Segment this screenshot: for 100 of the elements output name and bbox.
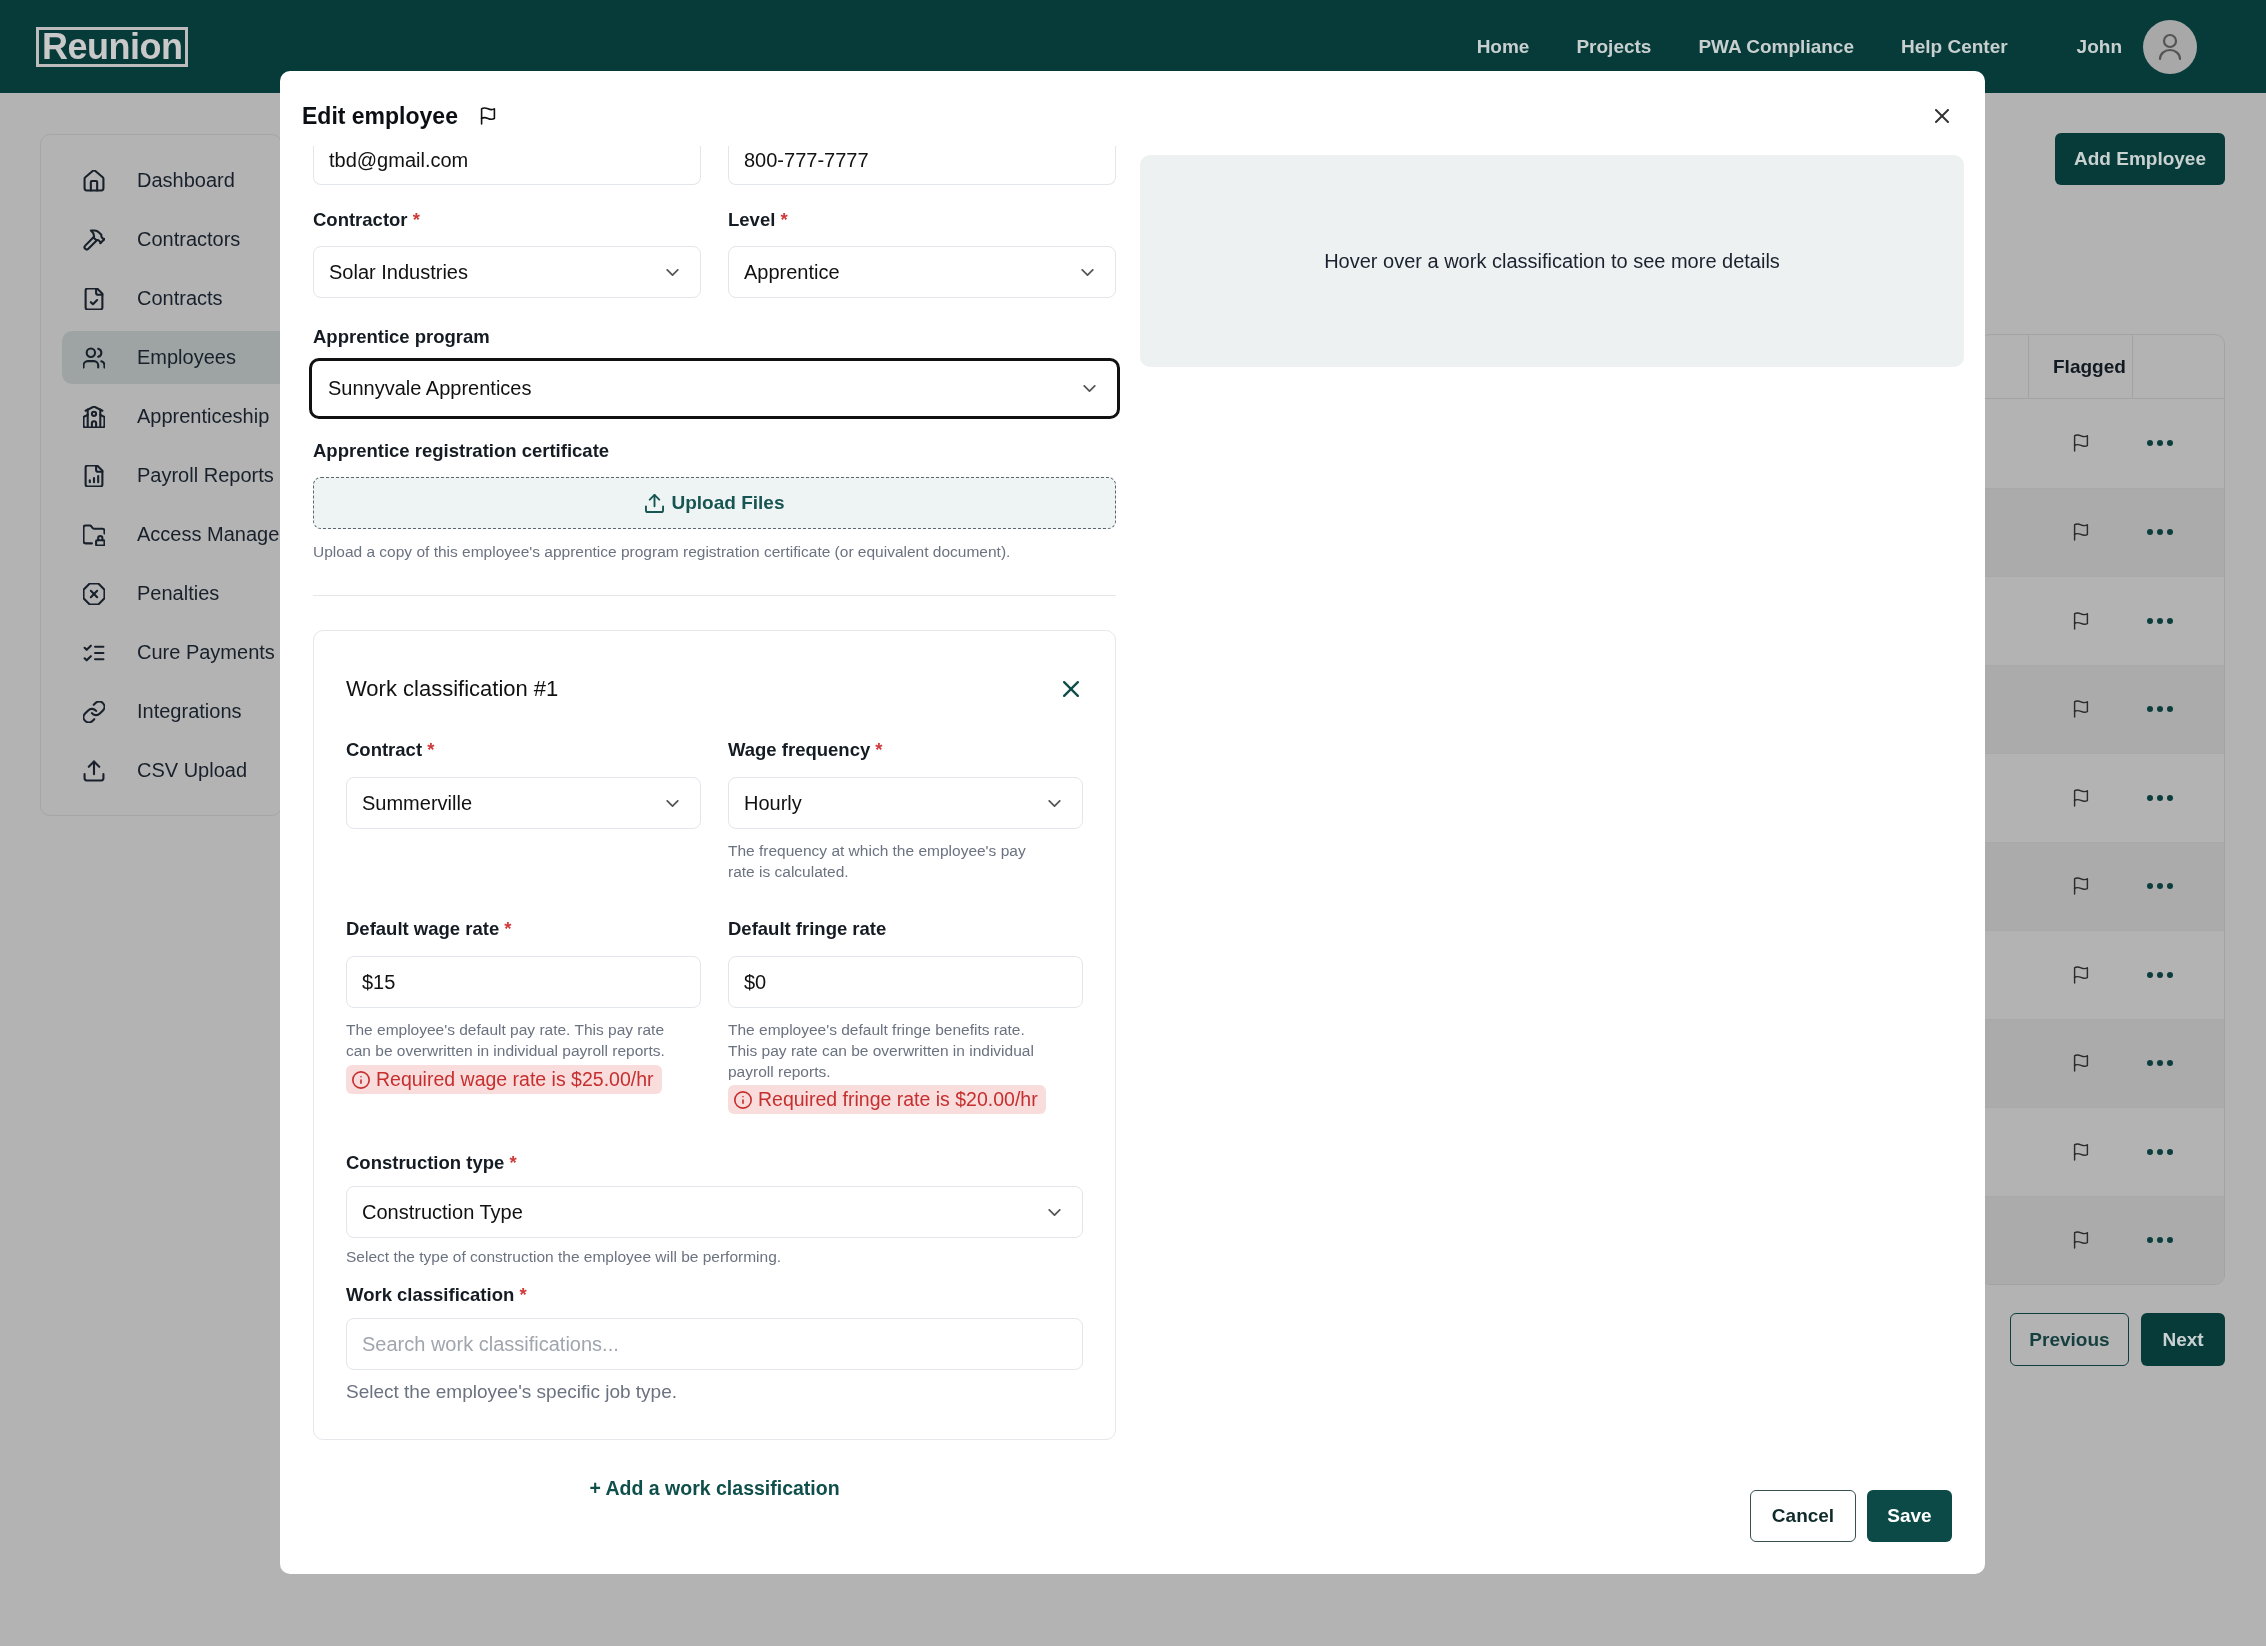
field-label: Wage frequency * [728, 738, 883, 762]
sidebar-item[interactable]: Dashboard [62, 154, 281, 207]
apprentice-program-select[interactable]: Sunnyvale Apprentices [309, 358, 1120, 419]
save-button[interactable]: Save [1867, 1490, 1952, 1542]
more-icon[interactable] [2147, 794, 2173, 801]
help-text: Select the employee's specific job type. [346, 1380, 679, 1404]
flag-icon[interactable] [2073, 523, 2089, 542]
upload-files-button[interactable]: Upload Files [313, 477, 1116, 529]
logo: Reunion [36, 26, 189, 67]
help-text: Select the type of construction the employee will be performing. [346, 1247, 783, 1267]
file-check-icon [83, 287, 105, 310]
more-icon[interactable] [2147, 706, 2173, 713]
previous-button[interactable]: Previous [2010, 1313, 2129, 1366]
chevron-down-icon [1083, 385, 1096, 392]
sidebar-item[interactable]: CSV Upload [62, 744, 281, 797]
close-icon[interactable] [1935, 109, 1949, 123]
phone-input[interactable]: 800-777-7777 [728, 146, 1116, 185]
sidebar-item[interactable]: Access Manage [62, 508, 281, 561]
chevron-down-icon [666, 799, 679, 807]
contract-select[interactable]: Summerville [346, 777, 701, 829]
upload-icon [644, 493, 664, 513]
sidebar-item[interactable]: Payroll Reports [62, 449, 281, 502]
chevron-down-icon [1048, 799, 1061, 807]
next-button[interactable]: Next [2141, 1313, 2225, 1366]
search-field[interactable]: Search work classifications... [346, 1318, 1083, 1370]
field-label: Default wage rate * [346, 917, 512, 941]
more-icon[interactable] [2147, 971, 2173, 978]
field-label: Contractor * [313, 208, 421, 232]
field-label: Construction type * [346, 1151, 518, 1175]
more-icon[interactable] [2147, 1148, 2173, 1155]
flag-icon[interactable] [2073, 1054, 2089, 1073]
flag-icon[interactable] [2073, 434, 2089, 453]
flag-icon[interactable] [2073, 877, 2089, 896]
chevron-down-icon [1048, 1208, 1061, 1216]
folder-lock-icon [83, 523, 105, 546]
sidebar-item[interactable]: Contracts [62, 272, 281, 325]
flag-icon[interactable] [479, 107, 496, 125]
construction-type-select[interactable]: Construction Type [346, 1186, 1083, 1238]
chevron-down-icon [666, 268, 679, 276]
help-text: The frequency at which the employee's pay rate is calculated. [728, 841, 1027, 882]
more-icon[interactable] [2147, 1060, 2173, 1067]
add-employee-button[interactable]: Add Employee [2055, 133, 2225, 185]
nav-link[interactable]: Projects [1576, 35, 1652, 58]
field-label: Apprentice program [313, 325, 491, 349]
help-text: The employee's default fringe benefits rate. This pay rate can be overwritten in individual payroll reports. [728, 1020, 1035, 1082]
nav-link[interactable]: Help Center [1900, 35, 2008, 58]
contractor-select[interactable]: Solar Industries [313, 246, 701, 298]
sidebar-item[interactable]: Apprenticeship [62, 390, 281, 443]
error-text: Required fringe rate is $20.00/hr [758, 1088, 1038, 1111]
flag-icon[interactable] [2073, 788, 2089, 807]
field-label: Default fringe rate [728, 917, 887, 941]
nav-link[interactable]: PWA Compliance [1698, 35, 1854, 58]
field-label: Level * [728, 208, 789, 232]
dialog-title: Edit employee [302, 102, 458, 130]
field-label: Work classification * [346, 1283, 528, 1307]
flag-icon[interactable] [2073, 1142, 2089, 1161]
users-icon [83, 346, 105, 369]
sidebar-item[interactable]: Contractors [62, 213, 281, 266]
sidebar-item[interactable]: Employees [62, 331, 281, 384]
file-chart-icon [83, 464, 105, 487]
more-icon[interactable] [2147, 440, 2173, 447]
info-icon [352, 1070, 370, 1089]
more-icon[interactable] [2147, 617, 2173, 624]
sidebar-item[interactable]: Cure Payments [62, 626, 281, 679]
wage-rate-input[interactable]: $15 [346, 956, 701, 1008]
wage-frequency-select[interactable]: Hourly [728, 777, 1083, 829]
upload-icon [83, 759, 105, 782]
fringe-rate-input[interactable]: $0 [728, 956, 1083, 1008]
close-icon[interactable] [1063, 681, 1079, 697]
card-title: Work classification #1 [346, 676, 559, 702]
chevron-down-icon [1081, 268, 1094, 276]
school-icon [83, 405, 105, 428]
email-input[interactable]: tbd@gmail.com [313, 146, 701, 185]
info-icon [734, 1090, 752, 1109]
sidebar-item[interactable]: Integrations [62, 685, 281, 738]
field-label: Apprentice registration certificate [313, 439, 611, 463]
details-hint-text: Hover over a work classification to see more details [1324, 249, 1780, 273]
help-text: Upload a copy of this employee's apprentice program registration certificate (or equivalent document). [313, 542, 1012, 562]
flag-icon[interactable] [2073, 1231, 2089, 1250]
link-icon [83, 700, 105, 723]
user-name[interactable]: John [2076, 35, 2122, 58]
level-select[interactable]: Apprentice [728, 246, 1116, 298]
field-label: Contract * [346, 738, 435, 762]
error-text: Required wage rate is $25.00/hr [376, 1068, 654, 1091]
x-octagon-icon [83, 582, 105, 605]
more-icon[interactable] [2147, 883, 2173, 890]
home-icon [83, 169, 105, 192]
flag-icon[interactable] [2073, 700, 2089, 719]
cancel-button[interactable]: Cancel [1750, 1490, 1856, 1542]
flag-icon[interactable] [2073, 611, 2089, 630]
avatar-icon[interactable] [2143, 19, 2197, 74]
hammer-icon [83, 228, 105, 251]
more-icon[interactable] [2147, 1237, 2173, 1244]
sidebar-item[interactable]: Penalties [62, 567, 281, 620]
flag-icon[interactable] [2073, 965, 2089, 984]
add-classification-link[interactable]: + Add a work classification [589, 1476, 840, 1500]
more-icon[interactable] [2147, 529, 2173, 536]
help-text: The employee's default pay rate. This pay rate can be overwritten in individual payroll reports. [346, 1020, 666, 1061]
column-header: Flagged [2029, 335, 2133, 398]
nav-link[interactable]: Home [1476, 35, 1530, 58]
